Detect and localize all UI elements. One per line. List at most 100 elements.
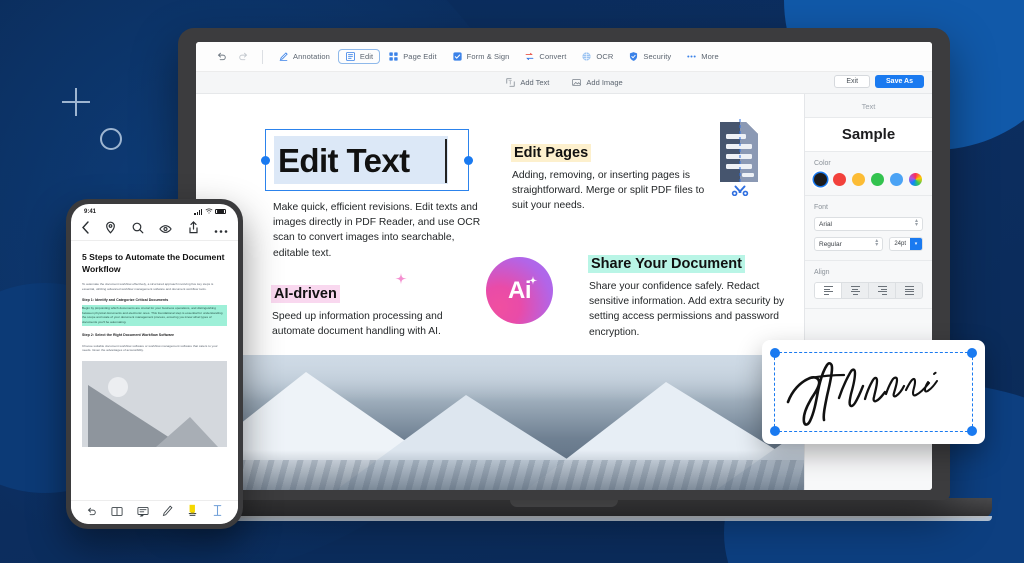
pen-icon[interactable] xyxy=(162,504,173,522)
toolbar-item-label: Edit xyxy=(359,52,374,61)
phone-tool-bar xyxy=(71,500,238,524)
share-icon[interactable] xyxy=(188,220,199,239)
book-view-icon[interactable] xyxy=(111,504,123,522)
pen-icon xyxy=(278,51,289,62)
view-eye-icon[interactable] xyxy=(159,221,172,239)
font-weight-select[interactable]: Regular ▴ ▾ xyxy=(814,237,884,251)
phone-status-bar: 9:41 xyxy=(71,204,238,219)
mountain-shape xyxy=(156,416,218,447)
highlighter-icon[interactable] xyxy=(187,504,198,522)
phone-nav-bar xyxy=(71,219,238,241)
add-text-icon: T xyxy=(505,77,516,88)
add-image-button[interactable]: Add Image xyxy=(571,77,623,88)
color-swatch-orange[interactable] xyxy=(852,173,865,186)
heading-text: AI-driven xyxy=(271,285,340,303)
signal-bars-icon xyxy=(194,208,202,215)
toolbar-item-convert[interactable]: Convert xyxy=(517,49,573,64)
align-justify-button[interactable] xyxy=(896,283,922,298)
phone-mockup: 9:41 5 Steps to Automate the Document Wo… xyxy=(66,199,243,529)
toolbar-item-edit[interactable]: Edit xyxy=(338,49,380,64)
toolbar-item-annotation[interactable]: Annotation xyxy=(271,49,337,64)
add-text-button[interactable]: T Add Text xyxy=(505,77,549,88)
toolbar-item-label: Security xyxy=(643,52,672,61)
phone-doc-title: 5 Steps to Automate the Document Workflo… xyxy=(82,252,225,274)
color-swatch-green[interactable] xyxy=(871,173,884,186)
align-right-button[interactable] xyxy=(869,283,896,298)
document-split-scissors-icon xyxy=(712,118,768,197)
color-swatch-red[interactable] xyxy=(833,173,846,186)
heading-text: Share Your Document xyxy=(588,255,745,273)
document-canvas[interactable]: Edit Text Make quick, efficient revision… xyxy=(196,94,804,490)
circle-icon xyxy=(100,128,122,150)
toolbar-item-form-sign[interactable]: Form & Sign xyxy=(445,49,517,64)
edit-text-selection-box[interactable]: Edit Text xyxy=(261,129,473,191)
heading-ai-driven: AI-driven xyxy=(271,285,340,303)
add-image-icon xyxy=(571,77,582,88)
resize-handle-bottom-left[interactable] xyxy=(770,426,780,436)
toolbar-item-security[interactable]: Security xyxy=(621,49,678,64)
toolbar-item-label: Form & Sign xyxy=(466,52,510,61)
align-left-icon xyxy=(823,285,833,296)
align-center-button[interactable] xyxy=(842,283,869,298)
toolbar-item-ocr[interactable]: OCR xyxy=(574,49,620,64)
color-picker-wheel[interactable] xyxy=(909,173,922,186)
comment-icon[interactable] xyxy=(137,504,149,522)
text-cursor-icon[interactable] xyxy=(212,504,223,522)
align-left-button[interactable] xyxy=(815,283,842,298)
wifi-icon xyxy=(205,208,213,216)
color-swatch-black[interactable] xyxy=(814,173,827,186)
laptop-mockup: Annotation Edit Page Edit Form & Sign Co… xyxy=(136,28,992,521)
checkbox-icon xyxy=(452,51,463,62)
toolbar-item-label: OCR xyxy=(596,52,614,61)
font-label: Font xyxy=(814,204,829,211)
ellipsis-icon xyxy=(686,51,697,62)
search-icon[interactable] xyxy=(132,221,144,239)
more-ellipsis-icon[interactable] xyxy=(214,221,228,239)
font-family-select[interactable]: Arial ▴ ▾ xyxy=(814,217,923,231)
resize-handle-right[interactable] xyxy=(464,155,473,165)
paragraph-edit-text: Make quick, efficient revisions. Edit te… xyxy=(273,202,481,259)
resize-handle-top-right[interactable] xyxy=(967,348,977,358)
color-label: Color xyxy=(814,160,831,167)
panel-title: Text xyxy=(861,102,876,111)
bookmark-pin-icon[interactable] xyxy=(105,221,116,239)
ocr-scan-icon xyxy=(581,51,592,62)
paragraph-share-your-document: Share your confidence safely. Redact sen… xyxy=(589,281,785,338)
back-chevron-icon[interactable] xyxy=(81,220,90,239)
heading-share-your-document: Share Your Document xyxy=(588,255,745,273)
signature-stamp[interactable] xyxy=(762,340,985,444)
resize-handle-top-left[interactable] xyxy=(770,348,780,358)
color-swatch-blue[interactable] xyxy=(890,173,903,186)
color-swatches xyxy=(814,173,923,186)
phone-document-content[interactable]: 5 Steps to Automate the Document Workflo… xyxy=(71,241,238,500)
undo-icon[interactable] xyxy=(86,504,97,522)
phone-doc-step2-body: Choose suitable document workflow softwa… xyxy=(82,343,218,353)
font-sample-preview: Sample xyxy=(805,117,932,152)
phone-doc-step2-heading: Step 2: Select the Right Document Workfl… xyxy=(82,332,174,337)
convert-arrows-icon xyxy=(524,51,535,62)
paragraph-ai-driven: Speed up information processing and auto… xyxy=(272,311,443,338)
chevron-updown-icon: ▴ ▾ xyxy=(875,238,879,248)
font-size-select[interactable]: 24pt ▾ xyxy=(889,237,923,251)
heading-edit-pages: Edit Pages xyxy=(511,144,592,162)
laptop-foot xyxy=(136,516,992,521)
toolbar-item-page-edit[interactable]: Page Edit xyxy=(381,49,443,64)
resize-handle-bottom-right[interactable] xyxy=(967,426,977,436)
chevron-updown-icon: ▴ ▾ xyxy=(914,218,918,228)
ai-badge: Ai xyxy=(486,257,553,324)
redo-icon[interactable] xyxy=(232,46,254,68)
align-button-group xyxy=(814,282,923,299)
phone-doc-step1-heading: Step 1: Identify and Categorize Critical… xyxy=(82,298,169,303)
chevron-down-icon[interactable]: ▾ xyxy=(910,238,922,250)
phone-doc-step1-highlight: Begin by pinpointing which documents are… xyxy=(82,305,227,326)
save-as-button[interactable]: Save As xyxy=(875,75,924,88)
align-label: Align xyxy=(814,269,830,276)
add-image-label: Add Image xyxy=(586,78,623,87)
sparkle-icon xyxy=(526,269,540,285)
phone-doc-image xyxy=(82,360,227,447)
undo-icon[interactable] xyxy=(210,46,232,68)
exit-button[interactable]: Exit xyxy=(834,75,871,88)
resize-handle-left[interactable] xyxy=(261,155,270,165)
toolbar-item-more[interactable]: More xyxy=(679,49,726,64)
mountain-shadow xyxy=(196,450,804,490)
